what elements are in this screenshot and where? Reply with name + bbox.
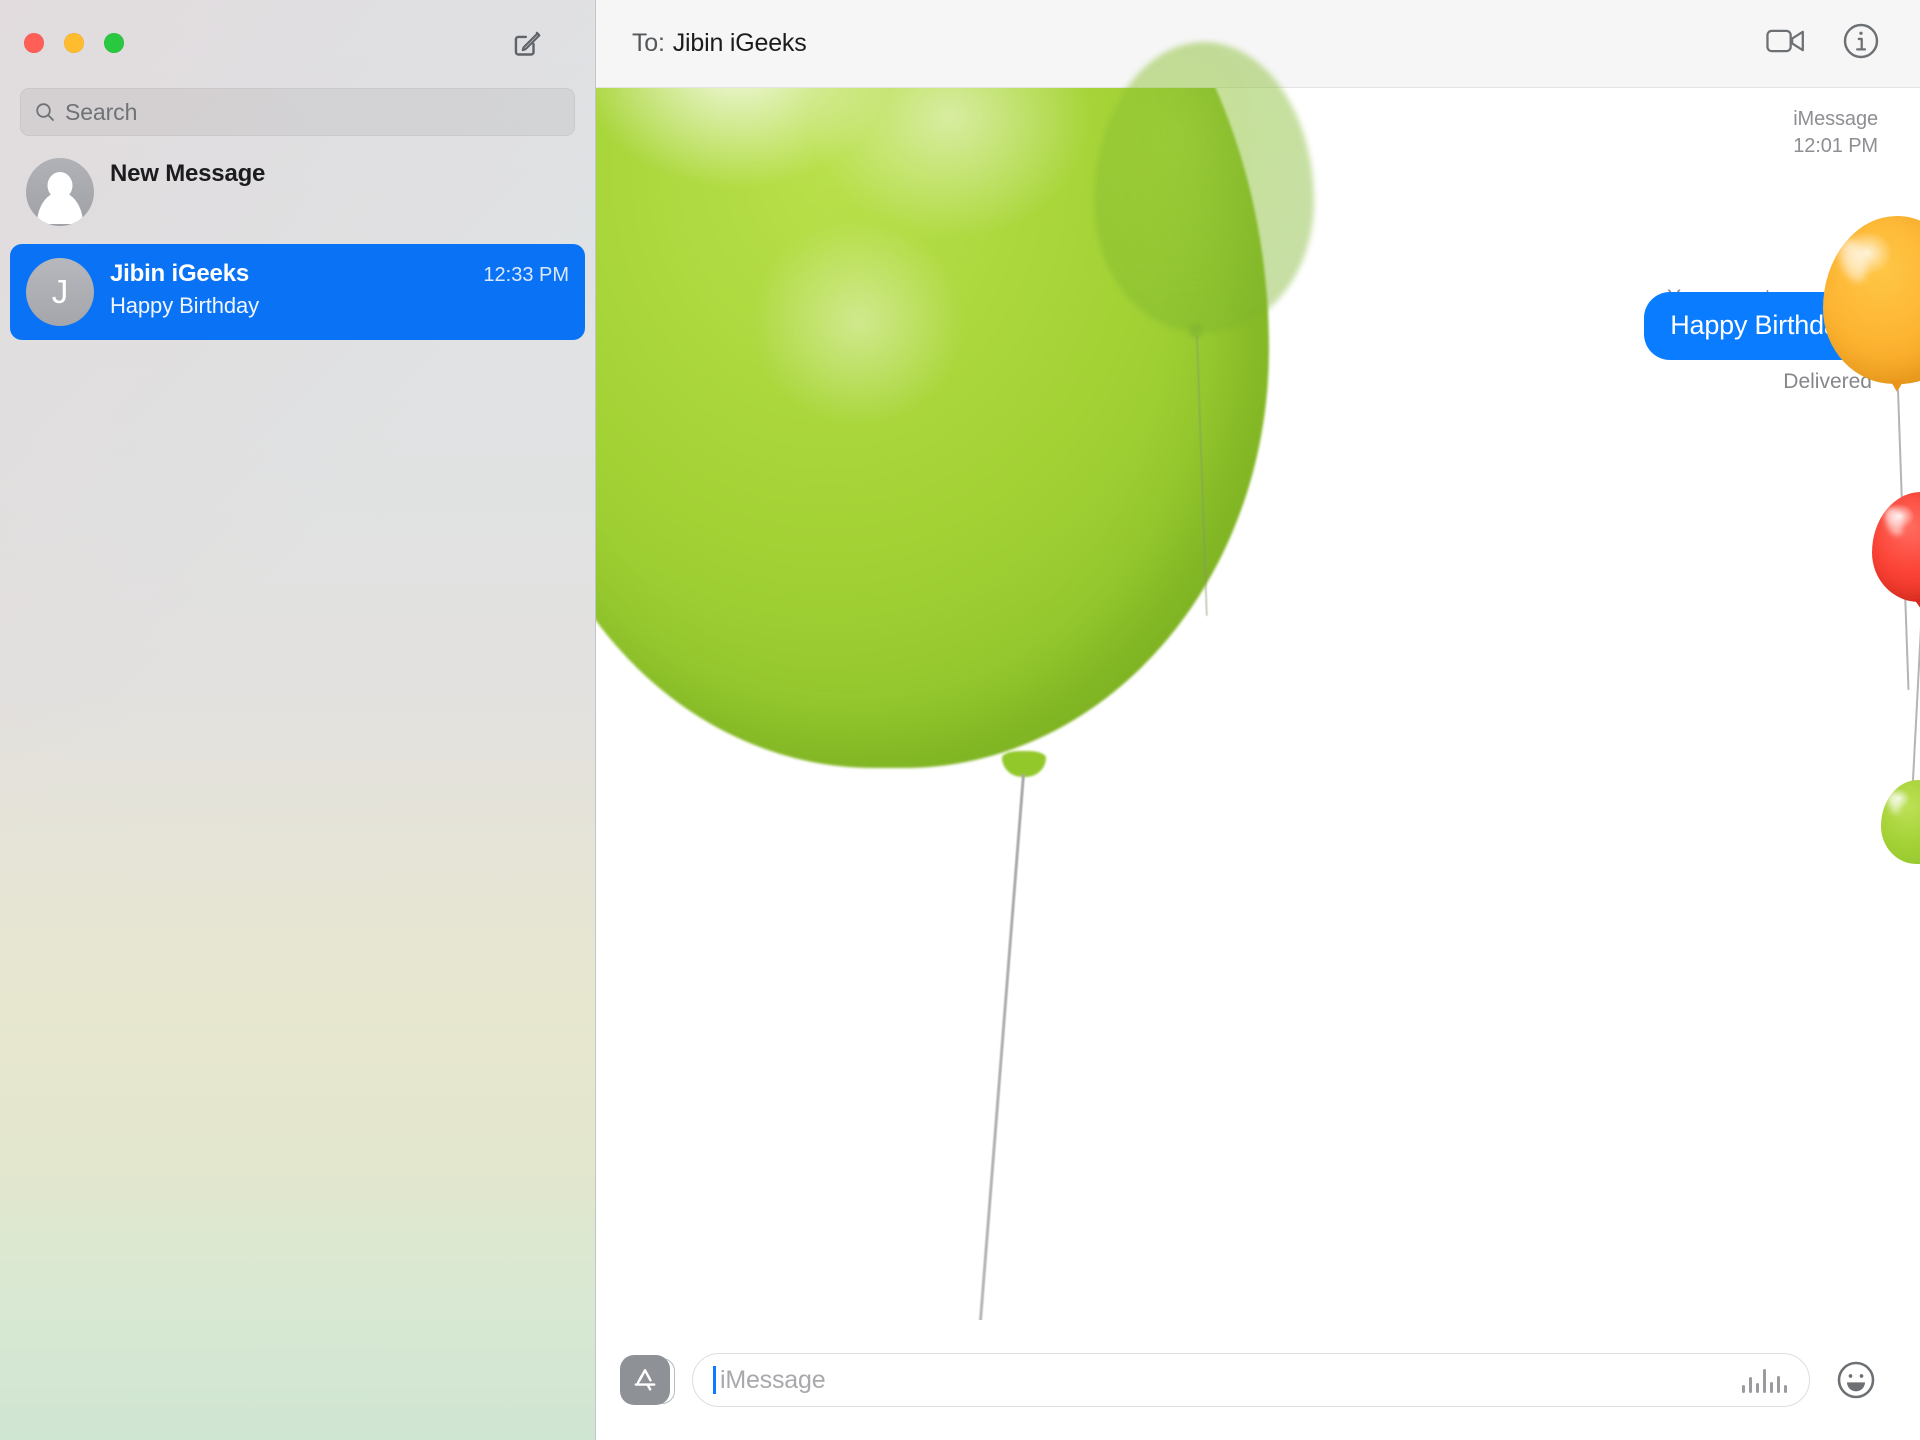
conversation-pane: To: Jibin iGeeks iMessage 12:01 PM Happy… [596,0,1920,1440]
search-input[interactable]: Search [20,88,575,136]
minimize-button[interactable] [64,33,84,53]
compose-icon [514,31,541,56]
message-input[interactable]: iMessage [692,1353,1810,1407]
window-controls [24,33,124,53]
conversation-time: 12:33 PM [483,264,569,286]
details-info-button[interactable] [1842,22,1880,65]
text-cursor [713,1366,716,1394]
conversation-name: Jibin iGeeks [110,260,249,287]
maximize-button[interactable] [104,33,124,53]
header-actions [1766,22,1920,65]
messages-window: Search New Message J Jibin iGeeks 12:33 … [0,0,1920,1440]
emoji-button[interactable] [1832,1356,1880,1404]
search-placeholder: Search [65,98,138,125]
close-button[interactable] [24,33,44,53]
balloon-red-small-icon [1872,492,1920,798]
conversation-list: New Message J Jibin iGeeks 12:33 PM Happ… [0,136,595,340]
avatar-initial: J [51,273,69,310]
sidebar: Search New Message J Jibin iGeeks 12:33 … [0,0,596,1440]
compose-button[interactable] [503,22,551,66]
balloon-orange-icon [1823,216,1920,690]
thread-timestamp: iMessage 12:01 PM [1793,106,1878,160]
facetime-video-icon [1766,29,1804,53]
emoji-smiley-icon [1837,1361,1875,1399]
search-icon [36,103,54,121]
conversation-text: New Message [110,158,569,193]
app-store-icon [634,1369,656,1391]
facetime-video-button[interactable] [1766,26,1806,61]
conversation-name: New Message [110,160,266,187]
avatar: J [26,258,94,326]
conversation-preview: Happy Birthday [110,293,260,318]
conversation-item-new-message[interactable]: New Message [10,144,585,240]
sidebar-titlebar [0,0,595,88]
composer-bar: iMessage [596,1320,1920,1440]
search-container: Search [0,88,595,136]
apps-button[interactable] [620,1355,675,1405]
balloon-green-edge-icon [1881,780,1920,864]
thread-service: iMessage [1793,108,1878,130]
to-label: To: [632,29,665,57]
thread-time: 12:01 PM [1793,135,1878,157]
audio-waveform-button[interactable] [1742,1367,1787,1393]
message-placeholder: iMessage [720,1365,826,1394]
message-thread: iMessage 12:01 PM You unsent a message H… [596,0,1920,1440]
recipient-name: Jibin iGeeks [672,29,807,57]
avatar [26,158,94,226]
conversation-text: Jibin iGeeks 12:33 PM Happy Birthday [110,258,569,319]
conversation-item-jibin-igeeks[interactable]: J Jibin iGeeks 12:33 PM Happy Birthday [10,244,585,340]
recipient-field[interactable]: To: Jibin iGeeks [632,29,807,58]
info-icon [1843,23,1879,59]
